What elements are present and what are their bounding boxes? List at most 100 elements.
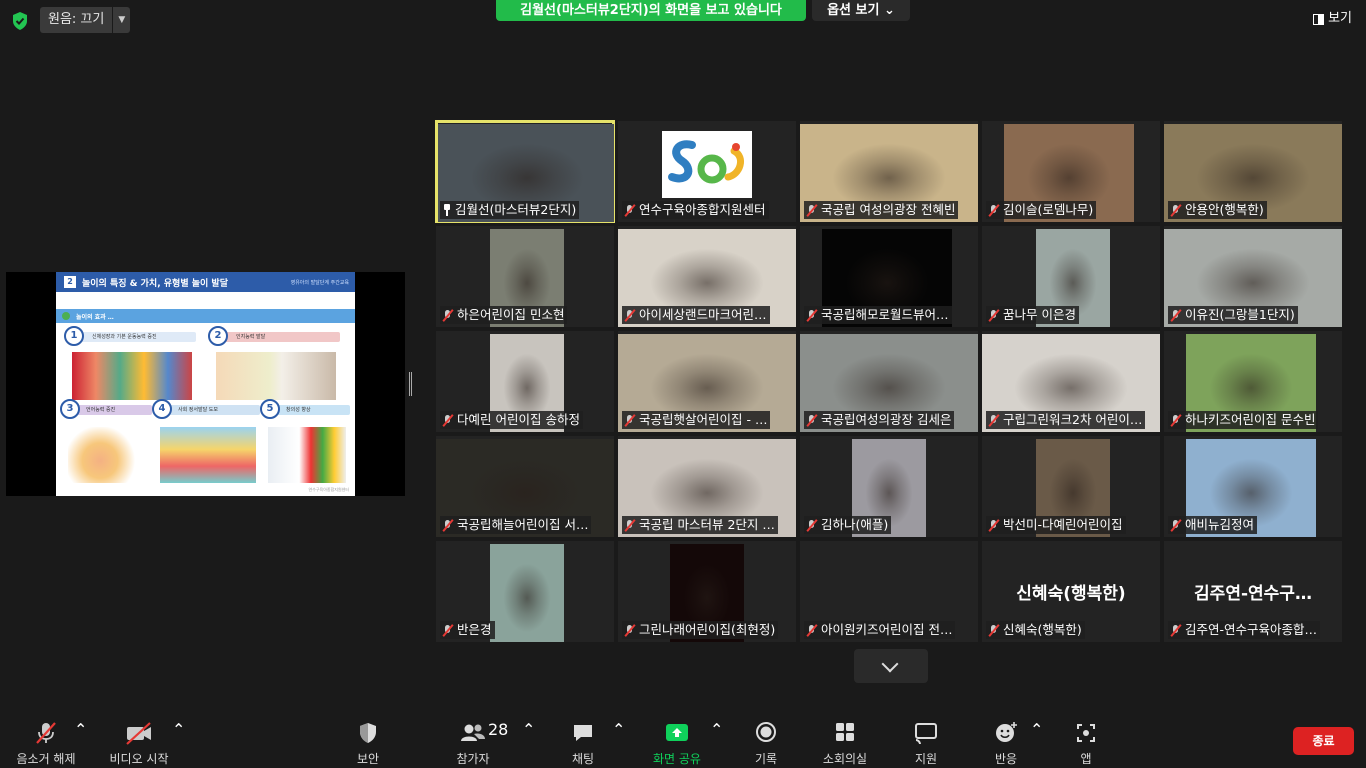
share-screen-label: 화면 공유	[653, 752, 701, 766]
participant-tile[interactable]: 구립그린워크2차 어린이…	[982, 331, 1160, 432]
participant-name-tag: 안용안(행복한)	[1168, 201, 1267, 219]
share-options-chevron-up-icon[interactable]: ⌃	[710, 720, 723, 768]
original-sound-toggle[interactable]: 원음: 끄기 ▼	[40, 7, 131, 33]
participant-tile[interactable]: 국공립햇살어린이집 - …	[618, 331, 796, 432]
record-label: 기록	[754, 752, 778, 766]
microphone-muted-icon	[624, 519, 636, 532]
slide-card-2: 인지능력 발달 2	[208, 326, 340, 400]
participant-tile[interactable]: 신혜숙(행복한) 신혜숙(행복한)	[982, 541, 1160, 642]
view-button[interactable]: 보기	[1309, 8, 1356, 30]
security-button[interactable]: 보안	[348, 720, 388, 768]
chat-button[interactable]: 채팅	[566, 720, 600, 768]
apps-button[interactable]: 앱	[1072, 720, 1100, 768]
record-button[interactable]: 기록	[750, 720, 782, 768]
slide-section-label: 놀이의 효과 …	[76, 313, 114, 321]
slide-section: 놀이의 효과 …	[56, 309, 355, 323]
security-label: 보안	[356, 752, 380, 766]
microphone-muted-icon	[624, 204, 636, 217]
participant-name-tag: 국공립여성의광장 김세은	[804, 411, 955, 429]
participant-tile[interactable]: 국공립여성의광장 김세은	[800, 331, 978, 432]
participant-tile[interactable]: 애비뉴김정여	[1164, 436, 1342, 537]
participant-name: 신혜숙(행복한)	[1003, 622, 1082, 637]
pane-splitter-handle[interactable]	[409, 372, 412, 396]
participant-tile[interactable]: 이유진(그랑블1단지)	[1164, 226, 1342, 327]
next-page-chevron-down-icon[interactable]	[854, 649, 928, 683]
participant-name: 아이원키즈어린이집 전…	[821, 622, 953, 637]
participant-name: 박선미-다예린어린이집	[1003, 517, 1123, 532]
participant-name-tag: 국공립 여성의광장 전혜빈	[804, 201, 959, 219]
participant-tile[interactable]: 다예린 어린이집 송하정	[436, 331, 614, 432]
support-label: 지원	[914, 752, 938, 766]
microphone-muted-icon	[624, 309, 636, 322]
chevron-down-icon[interactable]: ▼	[112, 7, 131, 33]
slide-card-number: 2	[208, 326, 228, 346]
slide-header: 2 놀이의 특징 & 가치, 유형별 놀이 발달 영유아의 발달단계 주간교육	[56, 272, 355, 292]
microphone-muted-icon	[442, 519, 454, 532]
microphone-muted-icon	[988, 624, 1000, 637]
participant-tile[interactable]: 꿈나무 이은경	[982, 226, 1160, 327]
spotlight-pin-icon	[442, 204, 452, 216]
slide-card-4: 사회 정서발달 도모 4	[152, 399, 260, 483]
participant-tile[interactable]: 반은경	[436, 541, 614, 642]
slide-footer: 연수구육아종합지원센터	[308, 487, 349, 492]
participant-tile[interactable]: 김이슬(로뎀나무)	[982, 121, 1160, 222]
participant-name-tag: 아이원키즈어린이집 전…	[804, 621, 956, 639]
unmute-button[interactable]: 음소거 해제	[10, 720, 82, 768]
reactions-button[interactable]: 반응	[990, 720, 1022, 768]
participant-name-tag: 꿈나무 이은경	[986, 306, 1079, 324]
reactions-options-chevron-up-icon[interactable]: ⌃	[1030, 720, 1043, 768]
microphone-muted-icon	[988, 204, 1000, 217]
participants-count: 28	[488, 720, 509, 739]
breakout-rooms-button[interactable]: 소회의실	[818, 720, 872, 768]
slide-card-1: 신체성장과 기본 운동능력 증진 1	[64, 326, 196, 400]
slide-card-image	[72, 352, 192, 400]
slide-card-number: 5	[260, 399, 280, 419]
encryption-shield-icon[interactable]	[11, 11, 29, 31]
participant-tile[interactable]: 박선미-다예린어린이집	[982, 436, 1160, 537]
participant-tile[interactable]: 국공립 여성의광장 전혜빈	[800, 121, 978, 222]
slide-card-image	[160, 427, 256, 483]
organization-logo-icon	[668, 140, 745, 184]
participant-tile[interactable]: 연수구육아종합지원센터	[618, 121, 796, 222]
meeting-toolbar: 음소거 해제 ⌃ 비디오 시작 ⌃ 보안 참가자 28 ⌃ 채팅 ⌃ 화면 공유…	[0, 712, 1366, 768]
video-options-chevron-up-icon[interactable]: ⌃	[172, 720, 185, 768]
apps-label: 앱	[1080, 752, 1092, 766]
section-dot-icon	[62, 312, 70, 320]
participant-name: 김이슬(로뎀나무)	[1003, 202, 1094, 217]
participant-name: 연수구육아종합지원센터	[639, 202, 766, 217]
participant-name-tag: 김주연-연수구육아종합…	[1168, 621, 1321, 639]
end-meeting-button[interactable]: 종료	[1293, 727, 1354, 755]
participant-tile[interactable]: 하나키즈어린이집 문수빈	[1164, 331, 1342, 432]
participant-name: 구립그린워크2차 어린이…	[1003, 412, 1143, 427]
original-sound-label[interactable]: 원음: 끄기	[40, 7, 113, 33]
participant-tile[interactable]: 국공립해늘어린이집 서…	[436, 436, 614, 537]
microphone-muted-icon	[1170, 204, 1182, 217]
participants-options-chevron-up-icon[interactable]: ⌃	[522, 720, 535, 768]
participant-tile[interactable]: 아이세상랜드마크어린…	[618, 226, 796, 327]
participant-tile[interactable]: 하은어린이집 민소현	[436, 226, 614, 327]
participant-name: 하은어린이집 민소현	[457, 307, 565, 322]
participant-tile[interactable]: 김하나(애플)	[800, 436, 978, 537]
viewing-screen-banner: 김월선(마스터뷰2단지)의 화면을 보고 있습니다	[496, 0, 806, 21]
participant-tile[interactable]: 김주연-연수구… 김주연-연수구육아종합…	[1164, 541, 1342, 642]
start-video-label: 비디오 시작	[109, 752, 169, 766]
participant-name: 안용안(행복한)	[1185, 202, 1264, 217]
share-screen-button[interactable]: 화면 공유	[648, 720, 706, 768]
participant-video	[490, 544, 564, 642]
participant-tile[interactable]: 아이원키즈어린이집 전…	[800, 541, 978, 642]
view-options-button[interactable]: 옵션 보기 ⌄	[812, 0, 910, 21]
chat-options-chevron-up-icon[interactable]: ⌃	[612, 720, 625, 768]
participant-name-tag: 김이슬(로뎀나무)	[986, 201, 1097, 219]
start-video-button[interactable]: 비디오 시작	[104, 720, 174, 768]
participant-tile[interactable]: 국공립해모로월드뷰어…	[800, 226, 978, 327]
slide-card-label: 사회 정서발달 도모	[164, 405, 260, 415]
participant-tile[interactable]: 그린나래어린이집(최현정)	[618, 541, 796, 642]
audio-options-chevron-up-icon[interactable]: ⌃	[74, 720, 87, 768]
participant-tile[interactable]: 안용안(행복한)	[1164, 121, 1342, 222]
support-button[interactable]: 지원	[910, 720, 942, 768]
participant-tile[interactable]: 국공립 마스터뷰 2단지 …	[618, 436, 796, 537]
breakout-rooms-label: 소회의실	[822, 752, 868, 766]
shared-screen[interactable]: 2 놀이의 특징 & 가치, 유형별 놀이 발달 영유아의 발달단계 주간교육 …	[6, 272, 405, 496]
microphone-muted-icon	[1170, 414, 1182, 427]
participant-tile[interactable]: 김월선(마스터뷰2단지)	[435, 120, 615, 223]
